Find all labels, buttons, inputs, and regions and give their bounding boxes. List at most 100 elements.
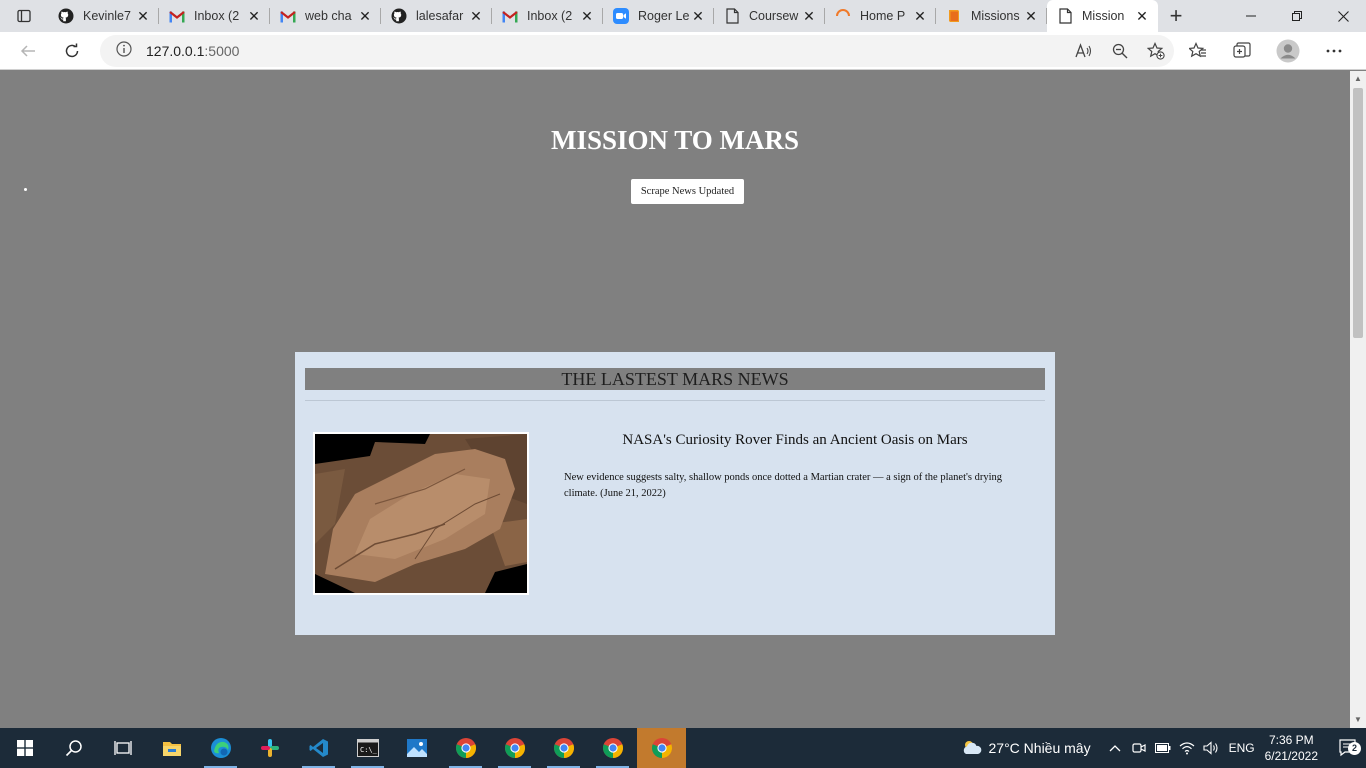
chrome-icon[interactable] — [588, 728, 637, 768]
tab-missions[interactable]: Missions ✕ — [936, 0, 1047, 32]
spinner-icon — [835, 8, 851, 24]
close-icon[interactable]: ✕ — [690, 8, 706, 24]
back-arrow-icon[interactable] — [10, 35, 46, 67]
tab-roger-le[interactable]: Roger Le ✕ — [603, 0, 714, 32]
terminal-icon[interactable]: C:\_ — [343, 728, 392, 768]
news-article-body: New evidence suggests salty, shallow pon… — [564, 472, 1003, 499]
clock-date: 6/21/2022 — [1264, 749, 1318, 763]
scrape-news-button[interactable]: Scrape News Updated — [631, 179, 744, 204]
edge-icon[interactable] — [196, 728, 245, 768]
tab-inbox-2[interactable]: Inbox (2 ✕ — [492, 0, 603, 32]
browser-extensions-area — [1176, 35, 1356, 67]
url-port: :5000 — [204, 43, 240, 59]
tab-home-p[interactable]: Home P ✕ — [825, 0, 936, 32]
page-title: MISSION TO MARS — [550, 125, 800, 155]
tab-lalesafar[interactable]: lalesafar ✕ — [381, 0, 492, 32]
close-icon[interactable]: ✕ — [801, 8, 817, 24]
start-icon[interactable] — [0, 728, 49, 768]
gmail-icon — [502, 8, 518, 24]
dot-marker — [24, 188, 27, 191]
address-url[interactable]: 127.0.0.1:5000 — [146, 43, 239, 59]
chrome-icon[interactable] — [637, 728, 686, 768]
notification-count-badge: 2 — [1348, 742, 1361, 755]
cloudy-weather-icon — [961, 739, 983, 758]
vscode-icon[interactable] — [294, 728, 343, 768]
page-icon — [1057, 8, 1073, 24]
close-icon[interactable]: ✕ — [135, 8, 151, 24]
tab-actions-menu-icon[interactable] — [0, 0, 48, 32]
collections-icon[interactable] — [1220, 35, 1264, 67]
notifications-icon[interactable]: 2 — [1332, 728, 1366, 768]
scroll-down-icon[interactable]: ▼ — [1350, 712, 1366, 728]
meet-now-icon[interactable] — [1127, 728, 1151, 768]
zoom-icon — [613, 8, 629, 24]
read-aloud-icon[interactable] — [1066, 35, 1102, 67]
chrome-icon[interactable] — [539, 728, 588, 768]
news-panel: THE LASTEST MARS NEWS NASA's Curiosity R… — [295, 352, 1055, 635]
photos-icon[interactable] — [392, 728, 441, 768]
tab-coursew[interactable]: Coursew ✕ — [714, 0, 825, 32]
windows-taskbar: C:\_ 27°C Nhiều mây ENG 7:36 PM 6/21/202… — [0, 728, 1366, 768]
close-icon[interactable]: ✕ — [1023, 8, 1039, 24]
zoom-out-icon[interactable] — [1102, 35, 1138, 67]
github-icon — [58, 8, 74, 24]
tab-title: web cha — [305, 9, 352, 23]
close-window-icon[interactable] — [1320, 0, 1366, 32]
battery-icon[interactable] — [1151, 728, 1175, 768]
task-view-icon[interactable] — [98, 728, 147, 768]
tab-title: Kevinle7 — [83, 9, 131, 23]
tab-title: Inbox (2 — [194, 9, 240, 23]
divider — [305, 400, 1045, 401]
tab-title: lalesafar — [416, 9, 464, 23]
close-icon[interactable]: ✕ — [357, 8, 373, 24]
scrollbar-thumb[interactable] — [1353, 88, 1363, 338]
tab-mission-active[interactable]: Mission ✕ — [1047, 0, 1158, 32]
tab-inbox-1[interactable]: Inbox (2 ✕ — [159, 0, 270, 32]
new-tab-button[interactable]: + — [1158, 0, 1194, 32]
mars-rover-image — [313, 432, 529, 595]
profile-avatar-icon[interactable] — [1264, 35, 1312, 67]
tab-title: Missions — [971, 9, 1020, 23]
close-icon[interactable]: ✕ — [912, 8, 928, 24]
tab-web-cha[interactable]: web cha ✕ — [270, 0, 381, 32]
language-indicator[interactable]: ENG — [1229, 741, 1255, 755]
slack-icon[interactable] — [245, 728, 294, 768]
address-bar[interactable]: 127.0.0.1:5000 — [100, 35, 1174, 67]
address-bar-actions — [1066, 35, 1174, 67]
volume-icon[interactable] — [1199, 728, 1223, 768]
minimize-icon[interactable] — [1228, 0, 1274, 32]
chrome-icon[interactable] — [490, 728, 539, 768]
tab-kevinle7[interactable]: Kevinle7 ✕ — [48, 0, 159, 32]
clock-time: 7:36 PM — [1268, 733, 1314, 747]
chevron-up-icon[interactable] — [1103, 728, 1127, 768]
search-icon[interactable] — [49, 728, 98, 768]
tab-title: Coursew — [749, 9, 799, 23]
close-icon[interactable]: ✕ — [468, 8, 484, 24]
web-page: MISSION TO MARS Scrape News Updated THE … — [0, 71, 1350, 728]
book-icon — [946, 8, 962, 24]
weather-widget[interactable]: 27°C Nhiều mây — [961, 739, 1091, 758]
file-explorer-icon[interactable] — [147, 728, 196, 768]
scroll-up-icon[interactable]: ▲ — [1350, 71, 1366, 87]
page-scrollbar[interactable]: ▲ ▼ — [1350, 71, 1366, 728]
close-icon[interactable]: ✕ — [1134, 8, 1150, 24]
add-favorite-icon[interactable] — [1138, 35, 1174, 67]
news-article-title[interactable]: NASA's Curiosity Rover Finds an Ancient … — [545, 432, 1045, 449]
gmail-icon — [280, 8, 296, 24]
github-icon — [391, 8, 407, 24]
system-clock[interactable]: 7:36 PM 6/21/2022 — [1265, 732, 1318, 764]
svg-text:C:\_: C:\_ — [360, 746, 378, 754]
chrome-icon[interactable] — [441, 728, 490, 768]
restore-icon[interactable] — [1274, 0, 1320, 32]
close-icon[interactable]: ✕ — [579, 8, 595, 24]
site-info-icon[interactable] — [116, 40, 132, 62]
weather-text: 27°C Nhiều mây — [988, 740, 1091, 756]
tab-title: Inbox (2 — [527, 9, 573, 23]
tab-title: Home P — [860, 9, 906, 23]
more-options-icon[interactable] — [1312, 35, 1356, 67]
wifi-icon[interactable] — [1175, 728, 1199, 768]
close-icon[interactable]: ✕ — [246, 8, 262, 24]
gmail-icon — [169, 8, 185, 24]
refresh-icon[interactable] — [54, 35, 90, 67]
favorites-icon[interactable] — [1176, 35, 1220, 67]
